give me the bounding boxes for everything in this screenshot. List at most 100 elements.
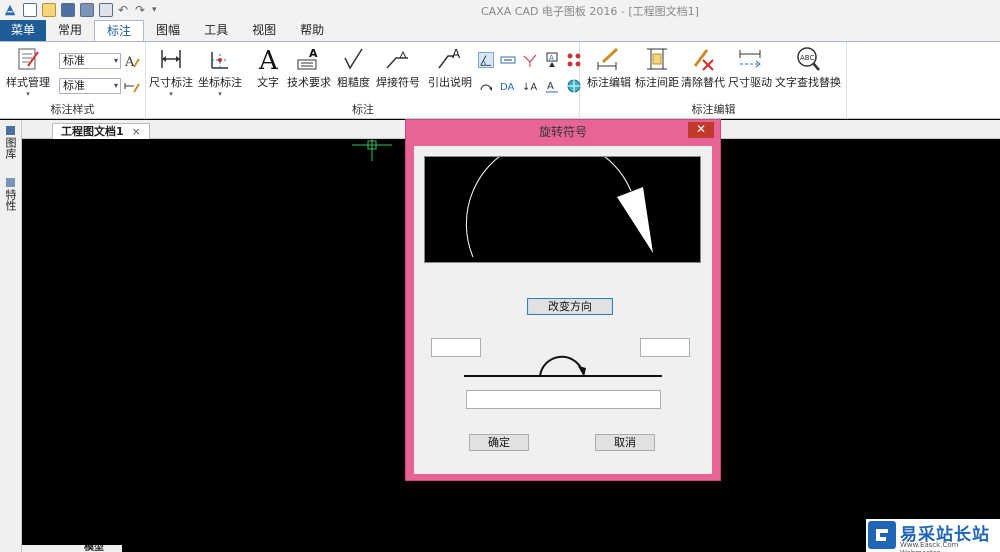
ok-button[interactable]: 确定: [469, 434, 529, 451]
cancel-button[interactable]: 取消: [595, 434, 655, 451]
style-group-label: 标注样式: [50, 103, 95, 116]
symbol-preview: [424, 137, 701, 263]
new-file-icon[interactable]: [23, 3, 37, 17]
hole-pattern-icon[interactable]: [566, 52, 582, 68]
library-panel-tab[interactable]: 图库: [4, 126, 18, 159]
document-tab[interactable]: 工程图文档1 ×: [52, 123, 150, 139]
dimension-spacing-button[interactable]: 标注间距: [635, 46, 679, 90]
tech-requirement-icon: A: [297, 47, 318, 70]
symbol-text-field[interactable]: [466, 390, 661, 409]
roughness-button[interactable]: 粗糙度: [337, 46, 370, 90]
title-bar: ↶ ↷ ▾ CAXA CAD 电子图板 2016 - [工程图文档1]: [0, 0, 1000, 20]
tab-annotate[interactable]: 标注: [94, 20, 145, 41]
dimension-icon: [161, 50, 181, 68]
baseline-dimension-icon[interactable]: [500, 52, 516, 68]
tech-requirement-button[interactable]: A 技术要求: [287, 46, 331, 90]
rotation-symbol-sample-icon: [464, 355, 662, 377]
weld-symbol-icon: [386, 50, 408, 69]
chamfer-dimension-icon[interactable]: [522, 52, 538, 68]
annotation-edit-group-label: 标注编辑: [691, 103, 736, 116]
text-button[interactable]: A 文字: [254, 46, 282, 90]
properties-icon: [5, 178, 15, 187]
center-mark-icon[interactable]: [566, 78, 582, 94]
dialog-title: 旋转符号: [538, 125, 587, 139]
dimension-drive-icon: [739, 50, 761, 68]
tab-sheet[interactable]: 图幅: [144, 20, 192, 41]
print-icon[interactable]: [99, 3, 113, 17]
svg-text:A: A: [452, 47, 461, 61]
change-direction-button[interactable]: 改变方向: [527, 298, 613, 315]
dimension-dropdown-icon: ▾: [169, 90, 173, 98]
svg-text:A: A: [549, 54, 554, 62]
app-window: ↶ ↷ ▾ CAXA CAD 电子图板 2016 - [工程图文档1] 菜单 常…: [0, 0, 1000, 552]
chevron-down-icon: ▾: [113, 56, 118, 65]
undo-icon[interactable]: ↶: [118, 3, 130, 17]
model-tab[interactable]: 模型: [22, 545, 122, 552]
annotate-group: 尺寸标注 ▾ 坐标标注 ▾ A 文字 A 技术要求 粗糙度 焊接符号 A 引出说…: [147, 42, 582, 119]
dimension-edit-button[interactable]: 标注编辑: [587, 46, 631, 90]
redo-icon[interactable]: ↷: [135, 3, 147, 17]
app-logo-icon: [4, 4, 16, 16]
library-icon: [5, 126, 15, 135]
text-style-icon[interactable]: A: [124, 53, 140, 69]
svg-text:A: A: [309, 47, 318, 60]
quick-access-toolbar: ↶ ↷ ▾: [2, 2, 169, 18]
open-file-icon[interactable]: [42, 3, 56, 17]
chevron-down-icon: ▾: [113, 81, 118, 90]
properties-panel-tab[interactable]: 特性: [4, 178, 18, 211]
angle-dimension-icon[interactable]: [478, 52, 494, 68]
style-group: 样式管理 ▾ 标准 ▾ 标准 ▾ A 标注样式: [0, 42, 146, 119]
coordinate-dropdown-icon: ▾: [218, 90, 222, 98]
watermark: 易采站长站 Www.Easck.Com Webmaster: [866, 519, 1000, 552]
tab-help[interactable]: 帮助: [288, 20, 336, 41]
text-style-combo[interactable]: 标准 ▾: [59, 53, 121, 69]
coordinate-dimension-icon: [211, 52, 228, 69]
left-side-panel: 图库 特性: [0, 120, 22, 552]
tab-menu[interactable]: 菜单: [0, 20, 47, 41]
dialog-body: 改变方向 确定 取消: [414, 137, 712, 474]
dimension-style-icon[interactable]: [124, 78, 140, 94]
tab-tools[interactable]: 工具: [192, 20, 240, 41]
find-replace-text-icon: ABC: [797, 47, 820, 71]
clear-override-button[interactable]: 清除替代: [681, 46, 725, 90]
section-label-icon[interactable]: ↓A: [522, 78, 538, 94]
text-icon: A: [258, 46, 279, 72]
watermark-url: Www.Easck.Com Webmaster: [900, 541, 959, 552]
dialog-close-button[interactable]: ✕: [688, 122, 714, 138]
dimension-style-combo[interactable]: 标准 ▾: [59, 78, 121, 94]
dimension-button[interactable]: 尺寸标注 ▾: [149, 46, 193, 98]
datum-symbol-icon[interactable]: A: [544, 52, 560, 68]
save-as-icon[interactable]: [80, 3, 94, 17]
customize-quick-access-icon[interactable]: ▾: [152, 3, 164, 17]
window-title: CAXA CAD 电子图板 2016 - [工程图文档1]: [481, 5, 699, 18]
dimension-edit-icon: [597, 47, 619, 70]
rotation-arrow-preview-icon: [465, 137, 653, 258]
svg-text:A: A: [258, 46, 279, 72]
svg-text:ABC: ABC: [800, 54, 814, 62]
style-manager-icon: [18, 48, 39, 70]
style-manager-button[interactable]: 样式管理 ▾: [6, 46, 50, 98]
watermark-logo-icon: [868, 521, 896, 549]
center-hole-icon[interactable]: DA: [500, 78, 516, 94]
dimension-drive-button[interactable]: 尺寸驱动: [728, 46, 772, 90]
rotate-symbol-icon[interactable]: [478, 78, 494, 94]
find-replace-text-button[interactable]: ABC 文字查找替换: [775, 46, 841, 90]
view-label-icon[interactable]: A: [544, 78, 560, 94]
svg-text:↓A: ↓A: [522, 82, 537, 93]
tab-common[interactable]: 常用: [46, 20, 94, 41]
leader-note-button[interactable]: A 引出说明: [428, 46, 472, 90]
save-icon[interactable]: [61, 3, 75, 17]
ribbon-tabs: 菜单 常用 标注 图幅 工具 视图 帮助: [0, 20, 1000, 41]
ribbon: 样式管理 ▾ 标准 ▾ 标准 ▾ A 标注样式 尺寸标注 ▾ 坐标标注 ▾ A …: [0, 41, 1000, 119]
tab-view[interactable]: 视图: [240, 20, 288, 41]
style-manager-dropdown-icon: ▾: [26, 90, 30, 98]
weld-symbol-button[interactable]: 焊接符号: [376, 46, 420, 90]
annotate-group-label: 标注: [352, 103, 374, 116]
clear-override-icon: [693, 49, 714, 71]
close-icon[interactable]: ×: [132, 125, 141, 138]
svg-text:A: A: [547, 81, 554, 92]
coordinate-dimension-button[interactable]: 坐标标注 ▾: [198, 46, 242, 98]
rotate-symbol-dialog: 旋转符号 ✕ 改变方向 确定 取消: [405, 119, 721, 481]
svg-text:A: A: [124, 55, 135, 69]
svg-text:DA: DA: [500, 82, 515, 93]
